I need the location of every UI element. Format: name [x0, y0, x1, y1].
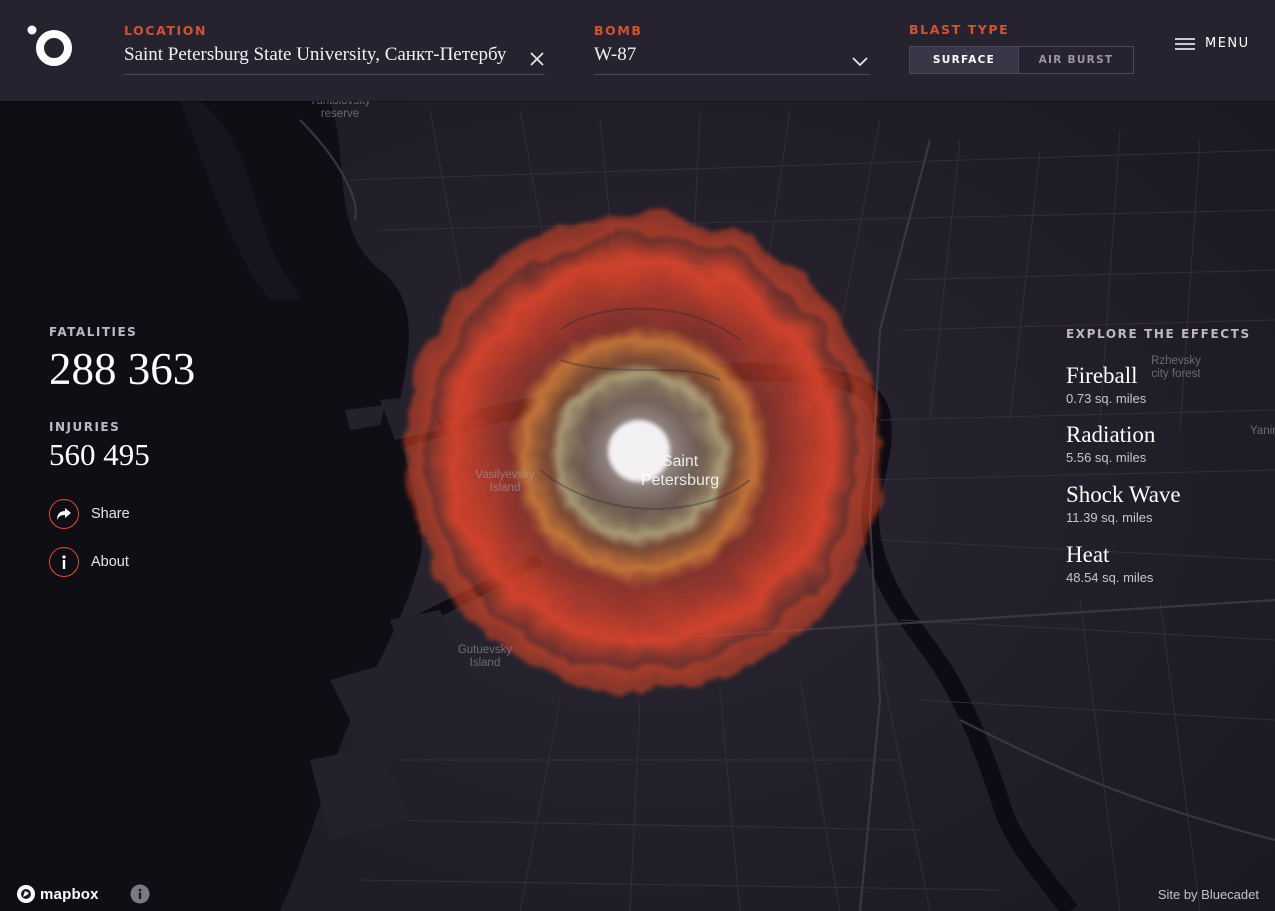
menu-button[interactable]: MENU — [1175, 36, 1250, 51]
injuries-value: 560 495 — [49, 437, 150, 472]
top-bar: LOCATION Saint Petersburg State Universi… — [0, 0, 1275, 101]
site-credit-link[interactable]: Site by Bluecadet — [1158, 887, 1259, 902]
attribution-info-icon[interactable] — [130, 884, 150, 904]
map-label: Vasilyevsky Island — [475, 469, 535, 494]
effect-area: 48.54 sq. miles — [1066, 570, 1154, 585]
about-button[interactable]: About — [49, 547, 129, 577]
effect-fireball[interactable]: Fireball 0.73 sq. miles — [1066, 363, 1146, 406]
effect-name: Heat — [1066, 542, 1110, 567]
location-underline — [124, 74, 545, 75]
blast-type-label: BLAST TYPE — [909, 22, 1010, 37]
mapbox-label: mapbox — [40, 885, 99, 903]
share-button[interactable]: Share — [49, 499, 130, 529]
surface-button[interactable]: SURFACE — [909, 46, 1019, 74]
info-icon — [49, 547, 79, 577]
bomb-select[interactable]: W-87 — [594, 44, 834, 66]
fatalities-label: FATALITIES — [49, 325, 138, 339]
effect-area: 0.73 sq. miles — [1066, 391, 1147, 406]
effect-radiation[interactable]: Radiation 5.56 sq. miles — [1066, 422, 1155, 465]
effect-heat[interactable]: Heat 48.54 sq. miles — [1066, 542, 1153, 585]
effect-name: Radiation — [1066, 422, 1156, 447]
air-burst-button[interactable]: AIR BURST — [1018, 46, 1134, 74]
map-label: Yanin — [1250, 425, 1275, 437]
effect-name: Shock Wave — [1066, 482, 1181, 507]
about-label: About — [91, 554, 129, 570]
clear-location-icon[interactable] — [528, 50, 546, 68]
menu-label: MENU — [1205, 36, 1250, 51]
mapbox-logo[interactable]: mapbox — [16, 884, 99, 904]
share-icon — [49, 499, 79, 529]
effect-area: 5.56 sq. miles — [1066, 450, 1147, 465]
effect-shock-wave[interactable]: Shock Wave 11.39 sq. miles — [1066, 482, 1181, 525]
location-label: LOCATION — [124, 23, 208, 38]
bomb-label: BOMB — [594, 23, 643, 38]
share-label: Share — [91, 506, 130, 522]
effects-title: EXPLORE THE EFFECTS — [1066, 327, 1251, 341]
hamburger-icon — [1175, 37, 1195, 50]
chevron-down-icon[interactable] — [851, 55, 869, 67]
fatalities-value: 288 363 — [49, 344, 196, 394]
mapbox-icon — [17, 885, 35, 903]
effect-name: Fireball — [1066, 363, 1138, 388]
logo-icon[interactable] — [26, 23, 76, 69]
injuries-label: INJURIES — [49, 420, 121, 434]
effect-area: 11.39 sq. miles — [1066, 510, 1153, 525]
city-label: Saint Petersburg — [640, 453, 720, 489]
bomb-underline — [594, 74, 870, 75]
location-input[interactable]: Saint Petersburg State University, Санкт… — [124, 44, 514, 66]
map-label: Gutuevsky Island — [457, 644, 513, 669]
